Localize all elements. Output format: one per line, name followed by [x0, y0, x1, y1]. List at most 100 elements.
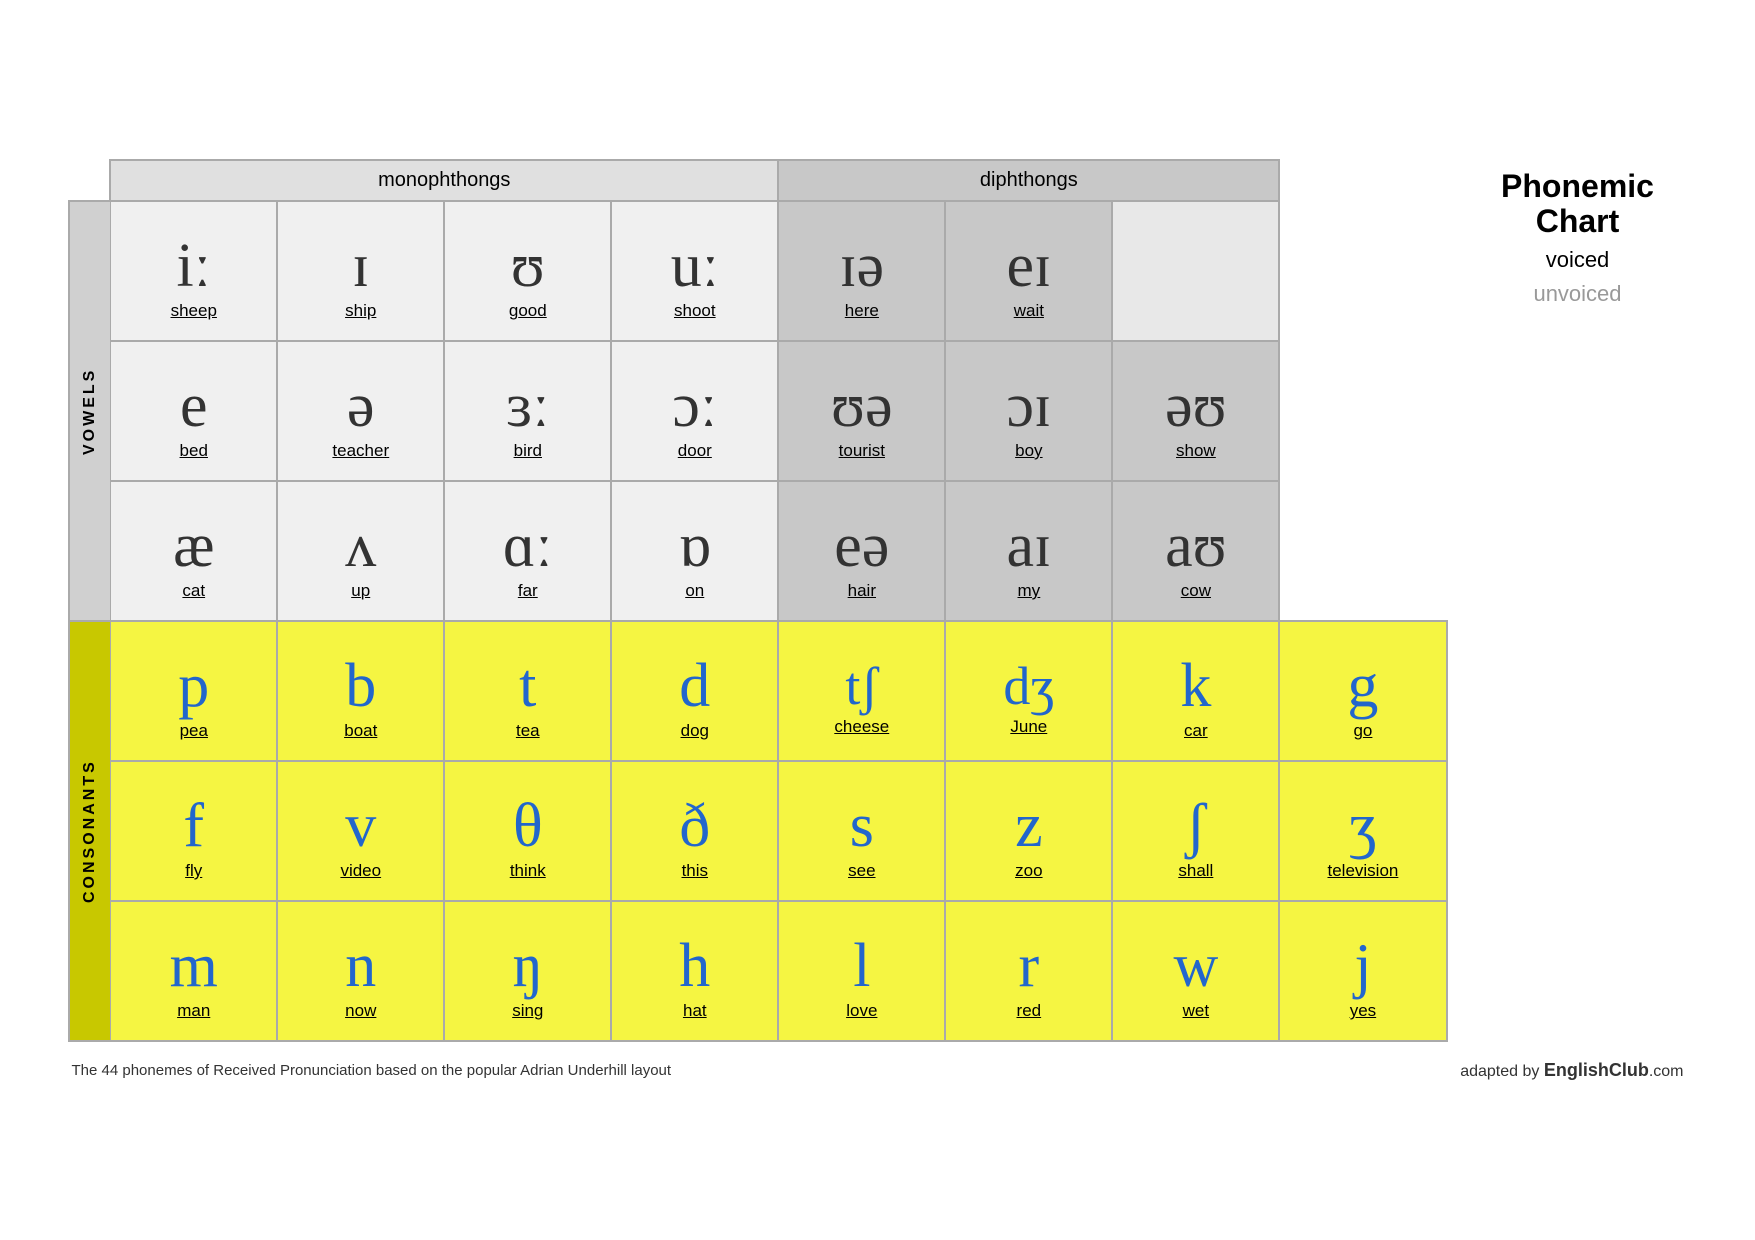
phoneme-cell: k car [1112, 621, 1279, 761]
phoneme-cell: j yes [1279, 901, 1446, 1041]
phoneme-cell: əʊ show [1112, 341, 1279, 481]
phoneme-word: love [779, 1001, 944, 1021]
phoneme-cell: ə teacher [277, 341, 444, 481]
phoneme-word: tourist [779, 441, 944, 461]
consonants-label: CONSONANTS [69, 621, 111, 1041]
phoneme-symbol: ɪ [278, 235, 443, 297]
phoneme-cell: ɒ on [611, 481, 778, 621]
phoneme-word: June [946, 717, 1111, 737]
phoneme-word: my [946, 581, 1111, 601]
phoneme-cell: uː shoot [611, 201, 778, 341]
phoneme-cell: ð this [611, 761, 778, 901]
phonemic-table: monophthongs diphthongs VOWELS iː sheep [68, 159, 1448, 1042]
footer-brand: adapted by EnglishClub.com [1460, 1060, 1683, 1081]
chart-title: PhonemicChart [1478, 169, 1678, 239]
phoneme-cell: ʊə tourist [778, 341, 945, 481]
phoneme-symbol: ɪə [779, 235, 944, 297]
phoneme-symbol: z [946, 795, 1111, 857]
phoneme-cell: iː sheep [110, 201, 277, 341]
phoneme-cell: f fly [110, 761, 277, 901]
phoneme-cell: ɪə here [778, 201, 945, 341]
phoneme-symbol: e [111, 375, 276, 437]
phoneme-word: boy [946, 441, 1111, 461]
phoneme-cell: tʃ cheese [778, 621, 945, 761]
phoneme-cell: θ think [444, 761, 611, 901]
phoneme-word: bed [111, 441, 276, 461]
monophthongs-header: monophthongs [110, 160, 778, 201]
phoneme-word: this [612, 861, 777, 881]
phoneme-symbol: eɪ [946, 235, 1111, 297]
phoneme-symbol: l [779, 935, 944, 997]
phoneme-symbol: ð [612, 795, 777, 857]
phoneme-cell: ŋ sing [444, 901, 611, 1041]
phoneme-symbol: t [445, 655, 610, 717]
phoneme-cell: aɪ my [945, 481, 1112, 621]
phoneme-word: far [445, 581, 610, 601]
phoneme-word: television [1280, 861, 1445, 881]
phoneme-symbol: aʊ [1113, 515, 1278, 577]
phoneme-symbol: ɔː [612, 375, 777, 437]
phoneme-word: see [779, 861, 944, 881]
phoneme-cell: ʌ up [277, 481, 444, 621]
phoneme-symbol: n [278, 935, 443, 997]
phoneme-word: shall [1113, 861, 1278, 881]
phoneme-symbol: p [111, 655, 276, 717]
phoneme-word: here [779, 301, 944, 321]
phoneme-word: hat [612, 1001, 777, 1021]
phoneme-word: yes [1280, 1001, 1445, 1021]
phoneme-word: show [1113, 441, 1278, 461]
phoneme-cell: æ cat [110, 481, 277, 621]
phoneme-word: tea [445, 721, 610, 741]
phoneme-cell: dʒ June [945, 621, 1112, 761]
corner-cell [69, 160, 111, 201]
phoneme-cell: n now [277, 901, 444, 1041]
phoneme-word: zoo [946, 861, 1111, 881]
phoneme-cell: ɔɪ boy [945, 341, 1112, 481]
phoneme-cell: ɜː bird [444, 341, 611, 481]
phoneme-word: now [278, 1001, 443, 1021]
phoneme-symbol: aɪ [946, 515, 1111, 577]
phoneme-word: shoot [612, 301, 777, 321]
phoneme-symbol: h [612, 935, 777, 997]
phoneme-symbol: k [1113, 655, 1278, 717]
title-box: PhonemicChart voiced unvoiced [1468, 159, 1688, 317]
phoneme-word: dog [612, 721, 777, 741]
phoneme-word: ship [278, 301, 443, 321]
page-container: monophthongs diphthongs VOWELS iː sheep [68, 119, 1688, 1121]
phoneme-cell: l love [778, 901, 945, 1041]
header-spacer [1279, 160, 1446, 201]
footer-note: The 44 phonemes of Received Pronunciatio… [72, 1062, 672, 1079]
phoneme-symbol: uː [612, 235, 777, 297]
phoneme-symbol: ɔɪ [946, 375, 1111, 437]
phoneme-symbol: b [278, 655, 443, 717]
phoneme-cell: ʊ good [444, 201, 611, 341]
phoneme-word: cat [111, 581, 276, 601]
phoneme-word: up [278, 581, 443, 601]
phoneme-cell: t tea [444, 621, 611, 761]
phoneme-symbol: s [779, 795, 944, 857]
phoneme-symbol: g [1280, 655, 1445, 717]
phoneme-symbol: ʊə [779, 375, 944, 437]
phoneme-symbol: ə [278, 375, 443, 437]
phoneme-symbol: dʒ [946, 659, 1111, 713]
phoneme-cell: v video [277, 761, 444, 901]
cell-spacer [1279, 481, 1446, 621]
cell-spacer [1279, 201, 1446, 341]
phoneme-word: teacher [278, 441, 443, 461]
phoneme-cell: e bed [110, 341, 277, 481]
vowel-row-3: æ cat ʌ up ɑː far ɒ on [69, 481, 1447, 621]
phoneme-symbol: d [612, 655, 777, 717]
phoneme-symbol: j [1280, 935, 1445, 997]
phoneme-cell: b boat [277, 621, 444, 761]
phoneme-word: sheep [111, 301, 276, 321]
phoneme-word: video [278, 861, 443, 881]
phoneme-word: pea [111, 721, 276, 741]
phoneme-word: good [445, 301, 610, 321]
phoneme-cell: eə hair [778, 481, 945, 621]
phoneme-word: wet [1113, 1001, 1278, 1021]
phoneme-symbol: iː [111, 235, 276, 297]
phoneme-symbol: r [946, 935, 1111, 997]
phoneme-symbol: əʊ [1113, 375, 1278, 437]
phoneme-word: red [946, 1001, 1111, 1021]
consonant-row-3: m man n now ŋ sing h hat [69, 901, 1447, 1041]
